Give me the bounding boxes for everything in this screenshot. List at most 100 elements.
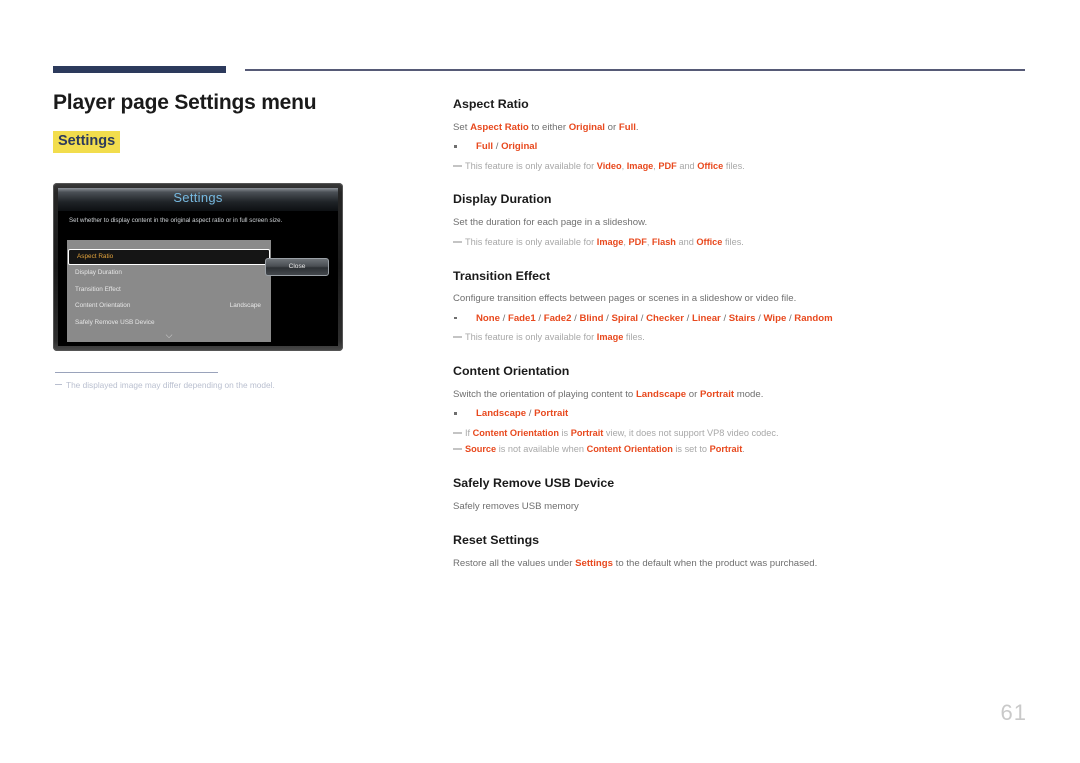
osd-menu-list[interactable]: Aspect Ratio Display Duration Transition E… (67, 240, 271, 342)
accent-term: Fade2 (543, 312, 572, 324)
accent-term: None (476, 312, 500, 324)
osd-menu-item[interactable]: Safely Remove USB Device (67, 315, 271, 332)
osd-menu-item[interactable]: Transition Effect (67, 282, 271, 299)
accent-term: Content Orientation (586, 444, 673, 455)
plain-text: Safely removes USB memory (453, 501, 579, 513)
option-separator: / (720, 312, 729, 324)
bullet-dot-icon (454, 412, 457, 415)
accent-term: Original (501, 141, 538, 153)
body-line: Safely removes USB memory (453, 500, 1033, 514)
note-dash-icon (453, 164, 462, 167)
body-line: Set the duration for each page in a slid… (453, 216, 1033, 230)
body-line: Set Aspect Ratio to either Original or F… (453, 121, 1033, 135)
osd-menu-item[interactable]: Display Duration (67, 265, 271, 282)
content-section: Safely Remove USB Device Safely removes U… (453, 476, 1033, 514)
option-bullet: Full / Original (453, 140, 1033, 154)
content-section: Transition Effect Configure transition ef… (453, 269, 1033, 345)
option-separator: / (638, 312, 647, 324)
bullet-dot-icon (454, 145, 457, 148)
accent-term: Image (596, 332, 624, 343)
plain-text: This feature is only available for (465, 236, 597, 247)
plain-text: Set (453, 121, 471, 133)
line-text: Landscape / Portrait (476, 408, 568, 419)
settings-highlight-tag: Settings (53, 131, 121, 153)
osd-menu-item[interactable]: Aspect Ratio (68, 249, 270, 265)
accent-term: Checker (646, 312, 684, 324)
accent-term: Office (697, 160, 724, 171)
option-separator: / (493, 141, 502, 153)
figure-footnote: The displayed image may differ depending… (55, 380, 275, 390)
line-text: Set Aspect Ratio to either Original or F… (453, 122, 639, 133)
option-bullet: Landscape / Portrait (453, 407, 1033, 421)
accent-term: Linear (691, 312, 721, 324)
section-heading: Content Orientation (453, 363, 570, 378)
plain-text: files. (723, 160, 745, 171)
plain-text: This feature is only available for (465, 160, 597, 171)
accent-term: Wipe (763, 312, 787, 324)
line-text: Switch the orientation of playing conten… (453, 389, 763, 400)
accent-term: Landscape (476, 408, 527, 420)
chevron-down-icon[interactable]: ⌵ (67, 331, 271, 340)
section-heading: Display Duration (453, 192, 552, 207)
content-section: Display Duration Set the duration for eac… (453, 192, 1033, 249)
accent-term: Portrait (709, 444, 743, 455)
osd-close-button[interactable]: Close (265, 258, 329, 276)
figure-footnote-text: The displayed image may differ depending… (66, 380, 275, 390)
note-dash-icon (453, 448, 462, 451)
osd-menu-item-label: Display Duration (75, 269, 122, 276)
body-line: Switch the orientation of playing conten… (453, 388, 1033, 402)
line-text: This feature is only available for Image… (465, 237, 744, 247)
osd-menu-item-label: Safely Remove USB Device (75, 318, 155, 326)
accent-term: Portrait (570, 427, 604, 438)
accent-term: PDF (658, 160, 677, 171)
osd-menu-item-label: Content Orientation (75, 302, 131, 309)
plain-text: or (686, 388, 700, 400)
line-text: If Content Orientation is Portrait view,… (465, 428, 779, 438)
accent-term: Fade1 (507, 312, 536, 324)
page-title: Player page Settings menu (53, 91, 317, 114)
plain-text: mode. (734, 388, 764, 400)
plain-text: to either (528, 121, 569, 133)
option-separator: / (499, 312, 508, 324)
plain-text: Configure transition effects between pag… (453, 293, 797, 305)
figure-footnote-rule (55, 372, 218, 373)
accent-term: Video (596, 160, 622, 171)
osd-description: Set whether to display content in the or… (69, 217, 283, 224)
line-text: Configure transition effects between pag… (453, 293, 796, 304)
line-text: Set the duration for each page in a slid… (453, 217, 647, 228)
option-separator: / (526, 408, 535, 420)
accent-term: Spiral (611, 312, 639, 324)
accent-term: Portrait (699, 388, 735, 400)
plain-text: If (465, 427, 473, 438)
accent-term: Full (618, 121, 636, 133)
tv-screen: Settings Set whether to display content … (58, 188, 338, 346)
plain-text: . (742, 444, 745, 455)
plain-text: or (604, 121, 619, 133)
bullet-dot-icon (454, 316, 457, 320)
osd-menu-item[interactable]: Content Orientation Landscape (67, 298, 271, 315)
right-column: Aspect Ratio Set Aspect Ratio to either O… (453, 97, 1033, 577)
section-heading: Transition Effect (453, 268, 551, 283)
osd-title: Settings (173, 190, 223, 205)
osd-title-bar: Settings (58, 188, 338, 212)
header-rule-thin (245, 69, 1025, 71)
line-text: This feature is only available for Video… (465, 161, 745, 171)
accent-term: Original (568, 121, 605, 133)
osd-menu-item-label: Aspect Ratio (77, 253, 114, 260)
line-text: Source is not available when Content Ori… (465, 444, 745, 454)
accent-term: Image (596, 236, 624, 247)
plain-text: This feature is only available for (465, 332, 597, 343)
plain-text: Restore all the values under (453, 558, 576, 570)
left-column: Player page Settings menu Settings (53, 90, 413, 153)
note-dash-icon (453, 336, 462, 339)
plain-text: is (558, 427, 571, 438)
option-separator: / (683, 312, 692, 324)
note-dash-icon (55, 384, 62, 385)
plain-text: files. (722, 236, 744, 247)
plain-text: and (676, 160, 698, 171)
plain-text: to the default when the product was purc… (612, 558, 818, 570)
note-line: This feature is only available for Video… (453, 160, 1033, 174)
plain-text: files. (623, 332, 645, 343)
plain-text: is not available when (496, 444, 587, 455)
osd-menu-item-value: Landscape (229, 302, 261, 309)
